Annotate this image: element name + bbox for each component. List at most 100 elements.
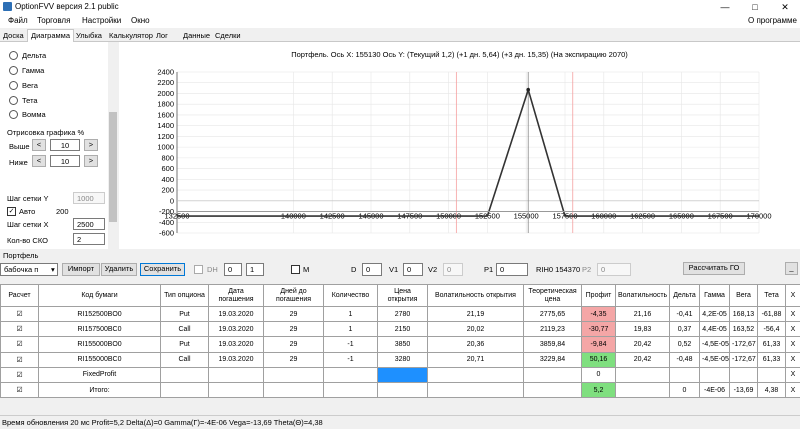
grid-y-input[interactable]: 1000 xyxy=(73,192,105,204)
type-cell: Call xyxy=(160,351,209,368)
above-decrease-button[interactable]: < xyxy=(32,139,46,151)
below-decrease-button[interactable]: < xyxy=(32,155,46,167)
qty-cell[interactable]: 1 xyxy=(323,305,378,323)
col-days[interactable]: Дней до погашения xyxy=(263,284,324,307)
vol-cell: 20,42 xyxy=(615,351,670,368)
y-tick-label: 1800 xyxy=(157,100,174,109)
col-type[interactable]: Тип опциона xyxy=(160,284,209,307)
y-tick-label: 1600 xyxy=(157,110,174,119)
days-cell xyxy=(263,381,324,399)
scrollbar-thumb[interactable] xyxy=(109,112,117,222)
calc-checkbox[interactable]: ☑ xyxy=(0,305,39,323)
p1-input[interactable]: 0 xyxy=(496,263,528,276)
tab-deals[interactable]: Сделки xyxy=(212,30,244,42)
maximize-button[interactable]: □ xyxy=(740,0,770,14)
remove-row-button[interactable]: X xyxy=(785,336,800,353)
radio-gamma[interactable] xyxy=(9,66,18,75)
open-price-cell[interactable]: 2780 xyxy=(377,305,428,323)
auto-checkbox[interactable]: ✓ xyxy=(7,207,16,216)
col-theta[interactable]: Тета xyxy=(757,284,786,307)
col-vol[interactable]: Волатильность xyxy=(615,284,670,307)
col-open-price[interactable]: Цена открытия xyxy=(377,284,428,307)
close-button[interactable]: ✕ xyxy=(770,0,800,14)
save-button[interactable]: Сохранить xyxy=(140,263,185,276)
table-row: ☑ RI155000BC0 Call 19.03.2020 29 -1 3280 20,71 3… xyxy=(0,351,800,368)
tab-diagram[interactable]: Диаграмма xyxy=(27,29,75,42)
qty-cell[interactable]: -1 xyxy=(323,351,378,368)
open-vol-cell: 20,02 xyxy=(427,321,524,338)
dh-first-spinner[interactable]: 0 xyxy=(224,263,242,276)
tab-data[interactable]: Данные xyxy=(180,30,213,42)
vega-cell: -172,67 xyxy=(729,351,758,368)
below-increase-button[interactable]: > xyxy=(84,155,98,167)
above-percent-input[interactable]: 10 xyxy=(50,139,80,151)
portfolio-select[interactable]: бабочка п xyxy=(0,263,58,276)
calc-checkbox[interactable]: ☑ xyxy=(0,336,39,353)
remove-row-button[interactable]: X xyxy=(785,321,800,338)
menu-window[interactable]: Окно xyxy=(131,16,150,25)
v1-input[interactable]: 0 xyxy=(403,263,423,276)
calc-checkbox[interactable]: ☑ xyxy=(0,351,39,368)
calc-checkbox[interactable]: ☑ xyxy=(0,321,39,338)
dh-second-spinner[interactable]: 1 xyxy=(246,263,264,276)
m-checkbox[interactable] xyxy=(291,265,300,274)
grid-x-input[interactable]: 2500 xyxy=(73,218,105,230)
below-percent-input[interactable]: 10 xyxy=(50,155,80,167)
col-theo-price[interactable]: Теоретическая цена xyxy=(523,284,582,307)
radio-theta-label: Тета xyxy=(22,96,38,105)
type-cell: Put xyxy=(160,336,209,353)
v2-input[interactable]: 0 xyxy=(443,263,463,276)
open-price-cell[interactable]: 2150 xyxy=(377,321,428,338)
p2-input[interactable]: 0 xyxy=(597,263,631,276)
radio-vega[interactable] xyxy=(9,81,18,90)
total-row: ☑ Итого: 5,2 0 -4E-06 -13,69 4,38 X xyxy=(0,381,800,399)
calc-checkbox[interactable]: ☑ xyxy=(0,381,39,399)
gamma-cell: -4,5E-05 xyxy=(699,351,730,368)
above-increase-button[interactable]: > xyxy=(84,139,98,151)
tab-board[interactable]: Доска xyxy=(0,30,27,42)
col-calc[interactable]: Расчет xyxy=(0,284,39,307)
menu-settings[interactable]: Настройки xyxy=(82,16,121,25)
remove-row-button[interactable]: X xyxy=(785,381,800,399)
open-price-cell[interactable]: 3850 xyxy=(377,336,428,353)
import-button[interactable]: Импорт xyxy=(62,263,100,276)
menu-about[interactable]: О программе xyxy=(748,16,797,25)
col-expiry[interactable]: Дата погашения xyxy=(208,284,264,307)
status-text: Время обновления 20 мс Profit=5,2 Delta(… xyxy=(2,418,323,427)
payoff-chart[interactable]: 24002200 2000 18001600 1400 1200 1000800 600 40… xyxy=(119,42,800,249)
radio-delta[interactable] xyxy=(9,51,18,60)
menu-file[interactable]: Файл xyxy=(8,16,28,25)
col-qty[interactable]: Количество xyxy=(323,284,378,307)
remove-row-button[interactable]: X xyxy=(785,351,800,368)
open-price-cell xyxy=(377,381,428,399)
col-vega[interactable]: Вега xyxy=(729,284,758,307)
d-input[interactable]: 0 xyxy=(362,263,382,276)
calc-checkbox[interactable]: ☑ xyxy=(0,366,39,383)
qty-cell[interactable]: 1 xyxy=(323,321,378,338)
minimize-button[interactable]: — xyxy=(710,0,740,14)
tab-log[interactable]: Лог xyxy=(153,30,171,42)
col-profit[interactable]: Профит xyxy=(581,284,616,307)
calc-margin-button[interactable]: Рассчитать ГО xyxy=(683,262,745,275)
radio-vega-label: Вега xyxy=(22,81,38,90)
col-open-vol[interactable]: Волатильность открытия xyxy=(427,284,524,307)
delete-button[interactable]: Удалить xyxy=(101,263,137,276)
col-code[interactable]: Код бумаги xyxy=(38,284,161,307)
chevron-down-icon[interactable]: ▾ xyxy=(51,265,55,274)
radio-vomma[interactable] xyxy=(9,110,18,119)
left-panel-scrollbar[interactable] xyxy=(108,42,118,249)
remove-row-button[interactable]: X xyxy=(785,366,800,383)
sko-count-input[interactable]: 2 xyxy=(73,233,105,245)
col-delta[interactable]: Дельта xyxy=(669,284,700,307)
tab-calculator[interactable]: Калькулятор xyxy=(106,30,156,42)
remove-row-button[interactable]: X xyxy=(785,305,800,323)
fixed-profit-input[interactable] xyxy=(377,366,428,383)
open-price-cell[interactable]: 3280 xyxy=(377,351,428,368)
panel-minimize-button[interactable]: _ xyxy=(785,262,798,275)
radio-theta[interactable] xyxy=(9,96,18,105)
qty-cell[interactable]: -1 xyxy=(323,336,378,353)
col-gamma[interactable]: Гамма xyxy=(699,284,730,307)
tab-smile[interactable]: Улыбка xyxy=(73,30,105,42)
dh-checkbox[interactable] xyxy=(194,265,203,274)
menu-trade[interactable]: Торговля xyxy=(37,16,70,25)
